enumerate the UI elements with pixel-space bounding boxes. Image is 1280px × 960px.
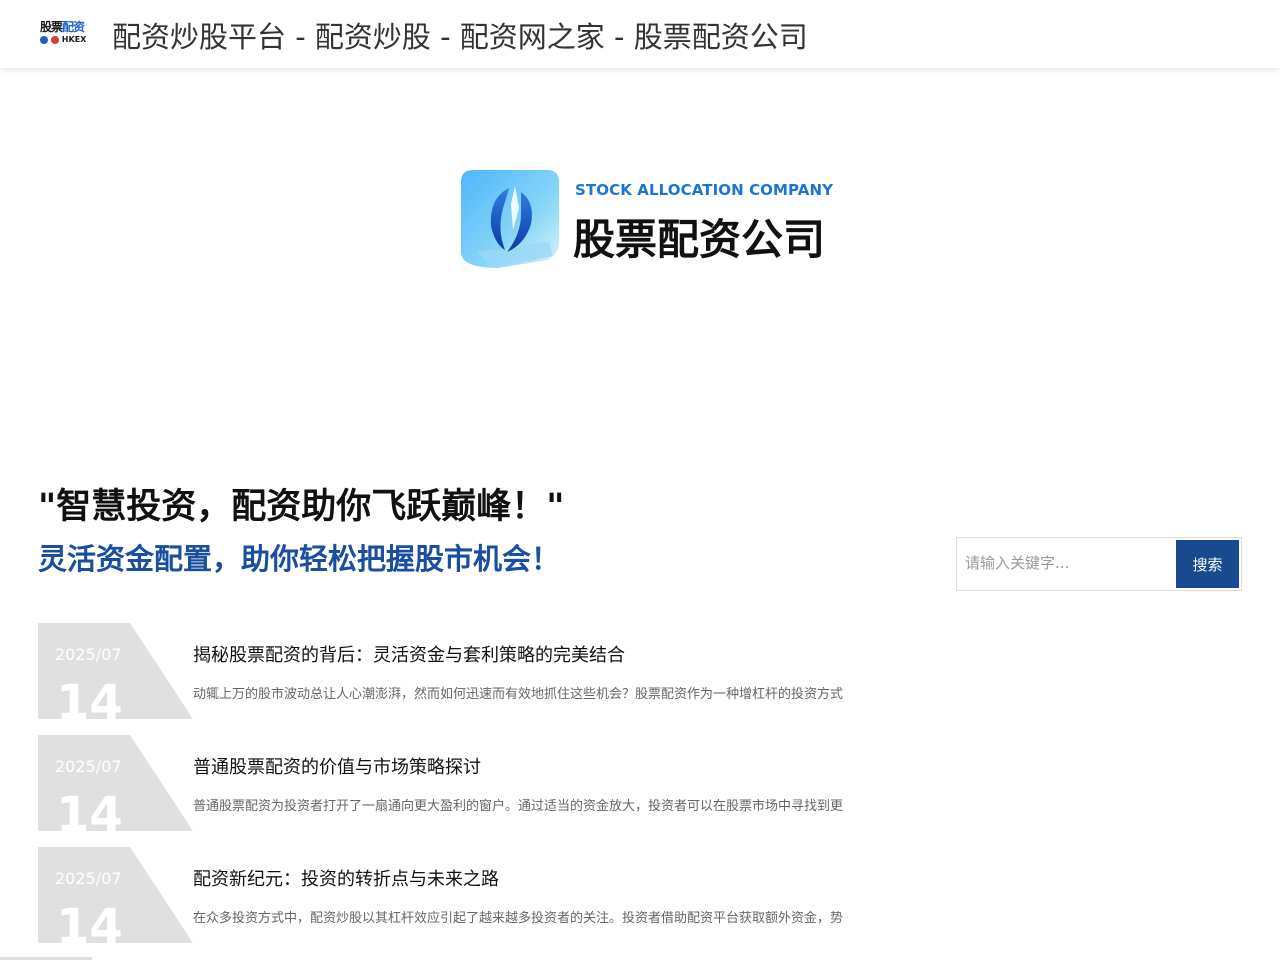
post-excerpt: 在众多投资方式中，配资炒股以其杠杆效应引起了越来越多投资者的关注。投资者借助配资… [193,911,844,926]
post-excerpt: 普通股票配资为投资者打开了一扇通向更大盈利的窗户。通过适当的资金放大，投资者可以… [193,799,844,814]
date-day: 14 [56,675,123,719]
date-badge: 2025/07 14 [38,735,193,831]
hero-english-text: STOCK ALLOCATION COMPANY [575,181,834,199]
site-header: 股票配资 HKEX 配资炒股平台 - 配资炒股 - 配资网之家 - 股票配资公司 [0,0,1280,68]
date-year-month: 2025/07 [55,757,122,776]
date-day: 14 [56,899,123,943]
site-title-link[interactable]: 配资炒股平台 - 配资炒股 - 配资网之家 - 股票配资公司 [112,14,808,56]
date-badge: 2025/07 14 [38,847,193,943]
search-button[interactable]: 搜索 [1176,540,1239,588]
list-item: 2025/07 14 普通股票配资的价值与市场策略探讨 普通股票配资为投资者打开… [38,735,898,831]
post-list: 2025/07 14 揭秘股票配资的背后：灵活资金与套利策略的完美结合 动辄上万… [38,623,898,959]
logo-mark-icon [40,35,48,44]
hero-banner: STOCK ALLOCATION COMPANY 股票配资公司 [459,168,834,270]
date-year-month: 2025/07 [55,869,122,888]
list-item: 2025/07 14 揭秘股票配资的背后：灵活资金与套利策略的完美结合 动辄上万… [38,623,898,719]
logo-text-top: 股票配资 [40,20,85,34]
logo-text-bottom: HKEX [40,35,86,44]
slogan-heading: "智慧投资，配资助你飞跃巅峰！" [38,487,565,527]
date-badge: 2025/07 14 [38,623,193,719]
site-logo[interactable]: 股票配资 HKEX [40,18,90,48]
post-title-link[interactable]: 普通股票配资的价值与市场策略探讨 [193,753,481,779]
date-day: 14 [56,787,123,831]
hero-chinese-text: 股票配资公司 [573,215,826,264]
list-item: 2025/07 14 配资新纪元：投资的转折点与未来之路 在众多投资方式中，配资… [38,847,898,943]
search-form: 搜索 [956,537,1242,591]
date-year-month: 2025/07 [55,645,122,664]
post-excerpt: 动辄上万的股市波动总让人心潮澎湃，然而如何迅速而有效地抓住这些机会？股票配资作为… [193,687,844,702]
post-title-link[interactable]: 配资新纪元：投资的转折点与未来之路 [193,865,499,891]
post-title-link[interactable]: 揭秘股票配资的背后：灵活资金与套利策略的完美结合 [193,641,625,667]
hkex-mark-icon [51,35,59,44]
slogan-subheading: 灵活资金配置，助你轻松把握股市机会！ [38,542,561,576]
shield-logo-icon [461,170,559,268]
search-input[interactable] [957,538,1167,588]
